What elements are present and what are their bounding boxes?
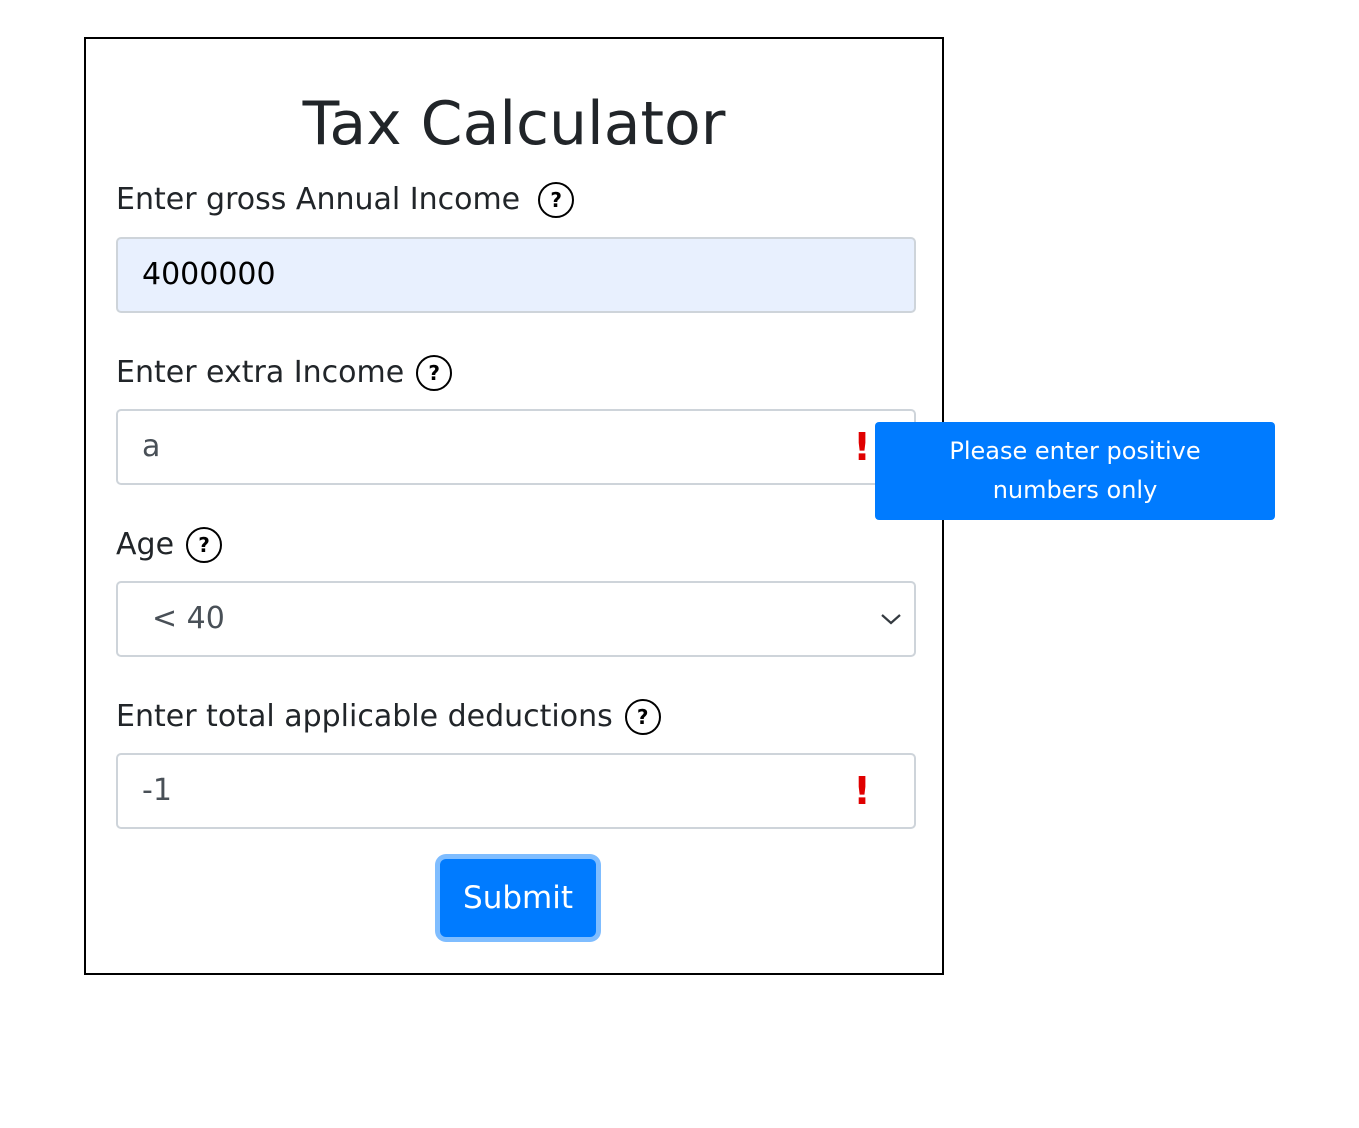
deductions-help-icon[interactable]: ? [624, 699, 661, 735]
gross-income-label: Enter gross Annual Income [116, 182, 521, 217]
gross-income-input[interactable]: 4000000 [116, 237, 916, 313]
deductions-input[interactable]: -1 ! [116, 753, 916, 829]
gross-income-help-icon[interactable]: ? [538, 182, 575, 218]
extra-income-label: Enter extra Income [116, 355, 405, 390]
age-label-row: Age ? [116, 527, 223, 563]
validation-tooltip: Please enter positive numbers only [875, 422, 1275, 520]
deductions-value: -1 [142, 773, 172, 808]
age-label: Age [116, 527, 175, 562]
deductions-error-icon[interactable]: ! [852, 771, 872, 811]
gross-income-label-row: Enter gross Annual Income ? [116, 182, 575, 218]
age-selected-value: < 40 [152, 601, 225, 636]
deductions-label: Enter total applicable deductions [116, 699, 613, 734]
extra-income-error-icon[interactable]: ! [852, 427, 872, 467]
age-help-icon[interactable]: ? [186, 527, 223, 563]
page-title: Tax Calculator [302, 89, 726, 159]
chevron-down-icon [880, 583, 902, 655]
age-select[interactable]: < 40 [116, 581, 916, 657]
extra-income-value: a [142, 429, 161, 464]
deductions-label-row: Enter total applicable deductions ? [116, 699, 661, 735]
submit-button[interactable]: Submit [440, 859, 596, 937]
tax-calculator-card: Tax Calculator Enter gross Annual Income… [84, 37, 944, 975]
extra-income-input[interactable]: a ! [116, 409, 916, 485]
extra-income-label-row: Enter extra Income ? [116, 355, 453, 391]
extra-income-help-icon[interactable]: ? [416, 355, 453, 391]
